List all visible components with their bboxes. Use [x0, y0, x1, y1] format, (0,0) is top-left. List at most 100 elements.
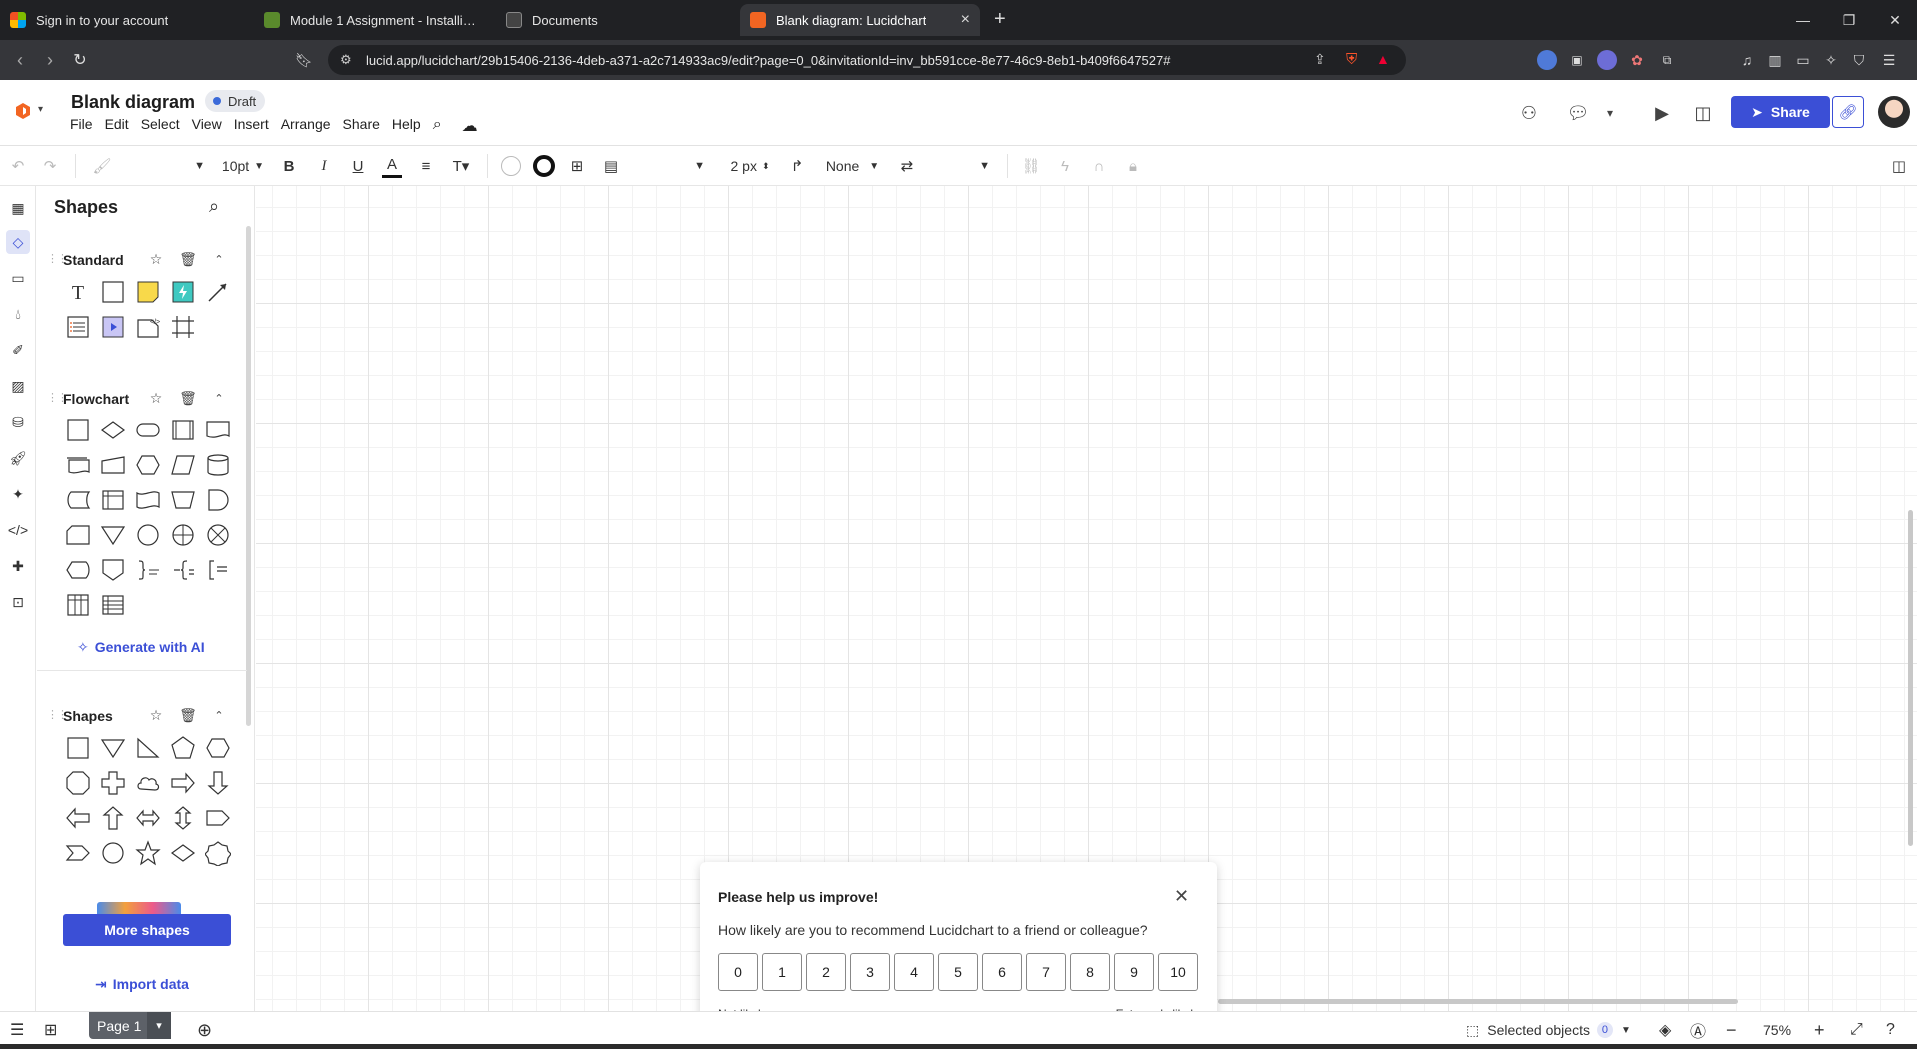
wallet-icon[interactable]: ▭	[1793, 50, 1813, 70]
integrations-puzzle-icon[interactable]: ✚	[6, 554, 30, 578]
offpage-shape-icon[interactable]	[99, 556, 127, 584]
browser-tab-module[interactable]: Module 1 Assignment - Installing and	[254, 4, 486, 36]
manual-shape-icon[interactable]	[99, 451, 127, 479]
link-icon[interactable]: ⛓	[1020, 154, 1042, 178]
font-family-dropdown[interactable]: ▼	[125, 154, 205, 178]
trash-icon[interactable]: 🗑︎	[179, 706, 197, 724]
oct-shape-icon[interactable]	[64, 769, 92, 797]
close-icon[interactable]: ✕	[1174, 886, 1189, 907]
add-page-icon[interactable]: ⊕	[197, 1018, 212, 1042]
arrow-end-dropdown[interactable]: ▼	[960, 154, 990, 178]
diamond-shape-icon[interactable]	[99, 416, 127, 444]
extension-icon-1[interactable]	[1537, 50, 1557, 70]
swap-arrows-icon[interactable]: ⇄	[895, 154, 919, 178]
cloud-saved-icon[interactable]: ☁	[462, 116, 478, 136]
menu-edit[interactable]: Edit	[105, 116, 129, 136]
layers-icon[interactable]: ◈	[1659, 1018, 1671, 1042]
page-list-icon[interactable]: ☰	[10, 1018, 24, 1042]
image-icon[interactable]: ▨	[6, 374, 30, 398]
chevron-down-icon[interactable]: ▾	[147, 1012, 171, 1039]
redo-icon[interactable]: ↷	[40, 154, 60, 178]
bold-icon[interactable]: B	[279, 154, 299, 178]
more-shapes-button[interactable]: More shapes	[63, 914, 231, 946]
close-window-icon[interactable]: ✕	[1872, 0, 1917, 40]
internal-shape-icon[interactable]	[99, 486, 127, 514]
import-data-link[interactable]: ⇥ Import data	[95, 976, 189, 993]
extension-icon-2[interactable]: ▣	[1567, 50, 1587, 70]
tape-shape-icon[interactable]	[134, 486, 162, 514]
reload-icon[interactable]: ↻	[68, 48, 92, 72]
star-icon[interactable]: ☆	[147, 250, 165, 268]
logo-menu-chevron-icon[interactable]: ▾	[38, 104, 43, 115]
brave-rewards-icon[interactable]: ▲	[1376, 51, 1390, 67]
note-shape-icon[interactable]	[134, 278, 162, 306]
page-tab[interactable]: Page 1 ▾	[89, 1012, 171, 1039]
extension-icon-3[interactable]	[1597, 50, 1617, 70]
score-button-4[interactable]: 4	[894, 953, 934, 991]
hex-shape-icon[interactable]	[134, 451, 162, 479]
browser-tab-lucidchart[interactable]: Blank diagram: Lucidchart ×	[740, 4, 980, 36]
collaborators-icon[interactable]: ⚇	[1516, 100, 1542, 126]
score-button-8[interactable]: 8	[1070, 953, 1110, 991]
lucid-logo-icon[interactable]	[14, 102, 32, 120]
music-icon[interactable]: ♫	[1737, 50, 1757, 70]
text-color-icon[interactable]: A	[382, 154, 402, 178]
restore-icon[interactable]: ❐	[1826, 0, 1872, 40]
selected-objects-indicator[interactable]: ⬚ Selected objects 0 ▼	[1466, 1018, 1631, 1042]
frame-shape-icon[interactable]	[169, 313, 197, 341]
score-button-2[interactable]: 2	[806, 953, 846, 991]
canvas-vertical-scrollbar[interactable]	[1908, 510, 1913, 846]
code-icon[interactable]: </>	[6, 518, 30, 542]
collapse-icon[interactable]: ⌃	[210, 389, 228, 407]
right-panel-toggle-icon[interactable]: ◫	[1888, 154, 1910, 178]
bookmark-icon[interactable]: 🔖︎	[292, 48, 316, 72]
comments-chevron-icon[interactable]: ▾	[1597, 100, 1623, 126]
navigate-icon[interactable]: Ⓐ	[1690, 1018, 1706, 1042]
rect-shape-icon[interactable]	[64, 734, 92, 762]
address-bar[interactable]: ⚙ lucid.app/lucidchart/29b15406-2136-4de…	[328, 45, 1406, 75]
browser-menu-icon[interactable]: ☰	[1879, 50, 1899, 70]
score-button-10[interactable]: 10	[1158, 953, 1198, 991]
arrowD-shape-icon[interactable]	[204, 769, 232, 797]
collapse-icon[interactable]: ⌃	[210, 706, 228, 724]
site-info-icon[interactable]: ⚙	[340, 52, 352, 68]
canvas-horizontal-scrollbar[interactable]	[1218, 999, 1738, 1004]
italic-icon[interactable]: I	[314, 154, 334, 178]
generate-with-ai-link[interactable]: ✧ Generate with AI	[77, 639, 205, 656]
trash-icon[interactable]: 🗑︎	[179, 389, 197, 407]
binoculars-icon[interactable]: ⌕	[433, 116, 442, 136]
fill-color-icon[interactable]	[500, 154, 522, 178]
list-shape-icon[interactable]	[64, 313, 92, 341]
back-icon[interactable]: ‹	[8, 48, 32, 72]
rect-shape-icon[interactable]	[99, 278, 127, 306]
score-button-0[interactable]: 0	[718, 953, 758, 991]
tri-shape-icon[interactable]	[99, 734, 127, 762]
cloud-shape-icon[interactable]	[134, 769, 162, 797]
share-button[interactable]: ➤ Share	[1731, 96, 1830, 128]
frames-icon[interactable]: ▭	[6, 266, 30, 290]
menu-share[interactable]: Share	[343, 116, 380, 136]
minimize-icon[interactable]: —	[1780, 0, 1826, 40]
brace1-shape-icon[interactable]	[134, 556, 162, 584]
score-button-7[interactable]: 7	[1026, 953, 1066, 991]
templates-icon[interactable]: ▦	[6, 196, 30, 220]
process-shape-icon[interactable]	[169, 416, 197, 444]
stored-shape-icon[interactable]	[64, 486, 92, 514]
extension-icon-5[interactable]: ⧉	[1657, 50, 1677, 70]
menu-arrange[interactable]: Arrange	[281, 116, 331, 136]
action-shape-icon[interactable]	[169, 278, 197, 306]
browser-tab-signin[interactable]: Sign in to your account	[0, 4, 256, 36]
menu-view[interactable]: View	[192, 116, 222, 136]
forward-icon[interactable]: ›	[38, 48, 62, 72]
font-size-dropdown[interactable]: 10pt ▼	[218, 154, 268, 178]
text-shape-icon[interactable]: T	[64, 278, 92, 306]
card-shape-icon[interactable]	[64, 521, 92, 549]
zoom-in-icon[interactable]: +	[1814, 1018, 1825, 1042]
arrowL-shape-icon[interactable]	[64, 804, 92, 832]
section-header-standard[interactable]: ⋮⋮ Standard ☆ 🗑︎ ⌃	[37, 248, 247, 272]
rect-shape-icon[interactable]	[64, 416, 92, 444]
zoom-out-icon[interactable]: −	[1726, 1018, 1737, 1042]
magic-wand-icon[interactable]: ✐	[6, 338, 30, 362]
help-icon[interactable]: ?	[1886, 1018, 1895, 1042]
fit-screen-icon[interactable]: ⤢	[1850, 1018, 1863, 1042]
